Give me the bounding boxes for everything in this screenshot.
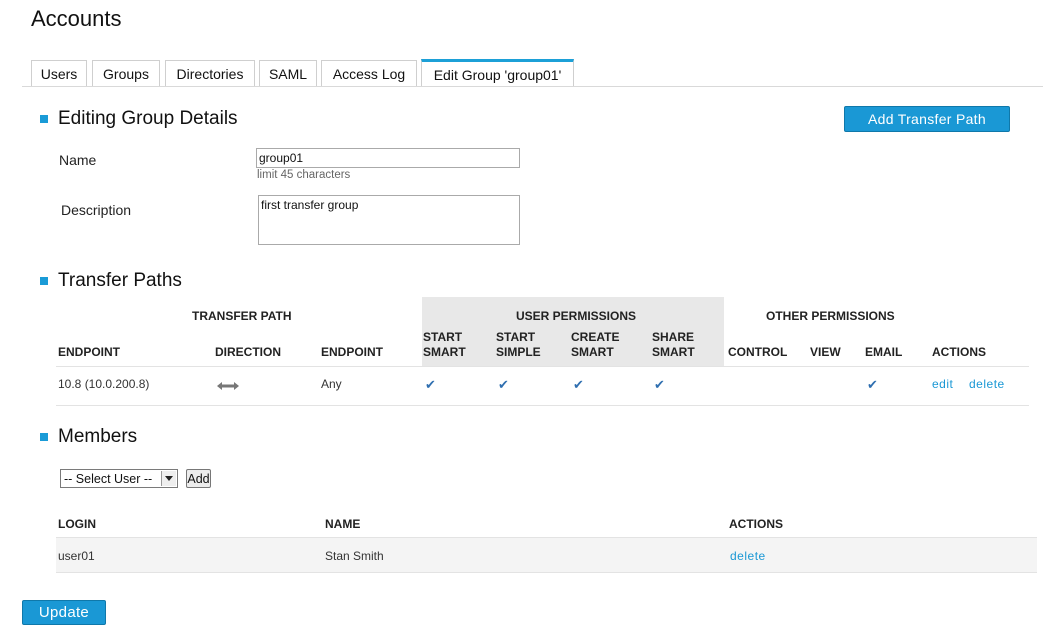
col-view: VIEW bbox=[810, 345, 841, 359]
transfer-row-endpoint-source: 10.8 (10.0.200.8) bbox=[58, 377, 150, 391]
col-start-simple-line1: START bbox=[496, 330, 536, 344]
check-icon: ✔ bbox=[867, 377, 878, 392]
delete-transfer-path-link[interactable]: delete bbox=[969, 377, 1005, 391]
tab-groups[interactable]: Groups bbox=[92, 60, 160, 86]
section-heading: Members bbox=[58, 426, 138, 447]
section-heading: Editing Group Details bbox=[58, 108, 238, 129]
col-create-smart-line1: CREATE bbox=[571, 330, 620, 344]
check-icon: ✔ bbox=[498, 377, 509, 392]
col-email: EMAIL bbox=[865, 345, 903, 359]
tabs-divider bbox=[22, 86, 1043, 87]
member-name: Stan Smith bbox=[325, 549, 384, 563]
col-start-smart-line2: SMART bbox=[423, 345, 466, 359]
add-transfer-path-button[interactable]: Add Transfer Path bbox=[844, 106, 1010, 132]
table-divider bbox=[56, 366, 1029, 367]
tab-access-log[interactable]: Access Log bbox=[321, 60, 417, 86]
bidirectional-arrow-icon bbox=[216, 378, 240, 396]
add-member-button[interactable]: Add bbox=[186, 469, 211, 488]
tab-users[interactable]: Users bbox=[31, 60, 87, 86]
section-bullet bbox=[40, 115, 48, 123]
member-login: user01 bbox=[58, 549, 95, 563]
check-icon: ✔ bbox=[425, 377, 436, 392]
section-members: Members bbox=[40, 426, 137, 448]
col-share-smart-line1: SHARE bbox=[652, 330, 695, 344]
description-label: Description bbox=[61, 202, 132, 218]
table-divider bbox=[56, 405, 1029, 406]
col-start-simple: START SIMPLE bbox=[496, 330, 541, 360]
col-control: CONTROL bbox=[728, 345, 788, 359]
tab-saml[interactable]: SAML bbox=[259, 60, 317, 86]
col-member-actions: ACTIONS bbox=[729, 517, 783, 531]
delete-member-link[interactable]: delete bbox=[730, 549, 766, 563]
col-actions: ACTIONS bbox=[932, 345, 986, 359]
col-create-smart: CREATE SMART bbox=[571, 330, 619, 360]
check-icon: ✔ bbox=[573, 377, 584, 392]
update-button[interactable]: Update bbox=[22, 600, 106, 625]
table-row bbox=[56, 537, 1037, 573]
section-editing-group-details: Editing Group Details bbox=[40, 108, 238, 130]
section-bullet bbox=[40, 277, 48, 285]
name-input[interactable] bbox=[256, 148, 520, 168]
col-endpoint-source: ENDPOINT bbox=[58, 345, 121, 359]
col-start-smart-line1: START bbox=[423, 330, 463, 344]
col-direction: DIRECTION bbox=[215, 345, 281, 359]
col-start-smart: START SMART bbox=[423, 330, 466, 360]
col-create-smart-line2: SMART bbox=[571, 345, 614, 359]
check-icon: ✔ bbox=[654, 377, 665, 392]
col-login: LOGIN bbox=[58, 517, 96, 531]
edit-transfer-path-link[interactable]: edit bbox=[932, 377, 953, 391]
group-header-user-permissions: USER PERMISSIONS bbox=[516, 309, 637, 323]
chevron-down-icon bbox=[161, 471, 176, 486]
col-share-smart-line2: SMART bbox=[652, 345, 695, 359]
group-header-transfer-path: TRANSFER PATH bbox=[192, 309, 292, 323]
page-title: Accounts bbox=[31, 6, 122, 31]
select-user-value: -- Select User -- bbox=[64, 471, 153, 486]
col-name: NAME bbox=[325, 517, 361, 531]
group-header-other-permissions: OTHER PERMISSIONS bbox=[766, 309, 895, 323]
col-endpoint-destination: ENDPOINT bbox=[321, 345, 384, 359]
col-share-smart: SHARE SMART bbox=[652, 330, 695, 360]
select-user-dropdown[interactable]: -- Select User -- bbox=[60, 469, 178, 488]
section-bullet bbox=[40, 433, 48, 441]
col-start-simple-line2: SIMPLE bbox=[496, 345, 541, 359]
name-hint: limit 45 characters bbox=[257, 169, 351, 181]
transfer-row-endpoint-destination: Any bbox=[321, 377, 342, 391]
tab-directories[interactable]: Directories bbox=[165, 60, 255, 86]
description-textarea[interactable]: first transfer group bbox=[258, 195, 520, 245]
tab-edit-group[interactable]: Edit Group 'group01' bbox=[421, 59, 574, 87]
section-heading: Transfer Paths bbox=[58, 270, 182, 291]
section-transfer-paths: Transfer Paths bbox=[40, 270, 182, 292]
name-label: Name bbox=[59, 152, 97, 168]
